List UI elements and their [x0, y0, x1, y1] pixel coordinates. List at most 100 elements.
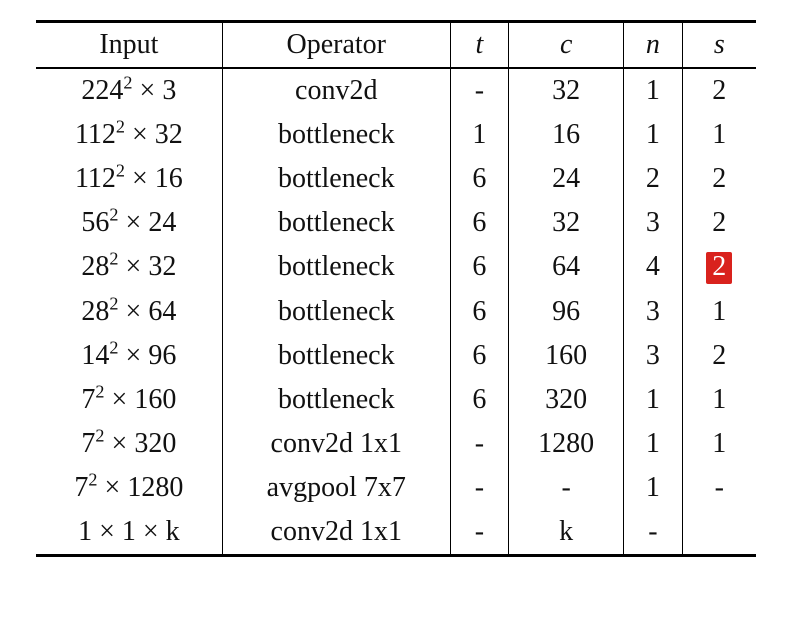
table-row: 72 × 320conv2d 1x1-128011: [36, 422, 756, 466]
cell-n: 1: [624, 113, 682, 157]
col-t: t: [450, 22, 508, 69]
cell-s: 1: [682, 113, 756, 157]
input-base: 7: [74, 472, 88, 503]
input-base: 112: [75, 119, 116, 150]
cell-t: -: [450, 510, 508, 556]
architecture-table: Input Operator t c n s 2242 × 3conv2d-32…: [36, 20, 756, 557]
cell-operator: conv2d 1x1: [222, 422, 450, 466]
input-base: 28: [81, 296, 109, 327]
cell-s: 2: [682, 68, 756, 113]
col-input: Input: [36, 22, 222, 69]
times-symbol: ×: [125, 163, 155, 194]
cell-t: -: [450, 68, 508, 113]
cell-n: 3: [624, 290, 682, 334]
input-exponent: 2: [123, 73, 132, 93]
cell-c: 1280: [509, 422, 624, 466]
cell-c: 24: [509, 157, 624, 201]
cell-n: 1: [624, 422, 682, 466]
col-c: c: [509, 22, 624, 69]
cell-c: 96: [509, 290, 624, 334]
input-channels: 160: [134, 384, 176, 415]
input-exponent: 2: [116, 161, 125, 181]
input-channels: 16: [155, 163, 183, 194]
input-channels: 64: [148, 296, 176, 327]
times-symbol: ×: [119, 207, 149, 238]
input-base: 7: [81, 384, 95, 415]
input-exponent: 2: [109, 205, 118, 225]
times-symbol: ×: [105, 384, 135, 415]
col-n: n: [624, 22, 682, 69]
cell-t: -: [450, 422, 508, 466]
cell-operator: conv2d: [222, 68, 450, 113]
times-symbol: ×: [105, 428, 135, 459]
input-exponent: 2: [109, 249, 118, 269]
cell-input: 1122 × 32: [36, 113, 222, 157]
table-row: 72 × 1280avgpool 7x7--1-: [36, 466, 756, 510]
cell-operator: avgpool 7x7: [222, 466, 450, 510]
cell-n: 4: [624, 245, 682, 290]
table-row: 2242 × 3conv2d-3212: [36, 68, 756, 113]
cell-input: 72 × 1280: [36, 466, 222, 510]
cell-c: k: [509, 510, 624, 556]
cell-input: 1 × 1 × k: [36, 510, 222, 556]
input-exponent: 2: [88, 469, 97, 489]
input-exponent: 2: [109, 293, 118, 313]
cell-s: -: [682, 466, 756, 510]
input-exponent: 2: [109, 337, 118, 357]
input-text: 1 × 1 × k: [78, 516, 180, 547]
cell-input: 2242 × 3: [36, 68, 222, 113]
cell-s: 2: [682, 201, 756, 245]
cell-c: 32: [509, 201, 624, 245]
cell-s: 2: [682, 157, 756, 201]
input-channels: 3: [162, 75, 176, 106]
cell-input: 282 × 32: [36, 245, 222, 290]
cell-operator: bottleneck: [222, 290, 450, 334]
cell-s: [682, 510, 756, 556]
cell-operator: bottleneck: [222, 201, 450, 245]
cell-s: 1: [682, 290, 756, 334]
cell-t: 6: [450, 334, 508, 378]
highlighted-value: 2: [706, 252, 732, 284]
input-base: 28: [81, 251, 109, 282]
table-row: 282 × 64 bottleneck69631: [36, 290, 756, 334]
table-row: 72 × 160bottleneck632011: [36, 378, 756, 422]
header-row: Input Operator t c n s: [36, 22, 756, 69]
input-base: 112: [75, 163, 116, 194]
cell-t: 6: [450, 157, 508, 201]
cell-t: 6: [450, 201, 508, 245]
cell-n: 3: [624, 334, 682, 378]
cell-t: 6: [450, 290, 508, 334]
input-base: 7: [81, 428, 95, 459]
cell-c: 16: [509, 113, 624, 157]
cell-n: 1: [624, 466, 682, 510]
cell-c: 160: [509, 334, 624, 378]
times-symbol: ×: [119, 296, 149, 327]
times-symbol: ×: [125, 119, 155, 150]
input-channels: 96: [148, 340, 176, 371]
cell-operator: conv2d 1x1: [222, 510, 450, 556]
cell-operator: bottleneck: [222, 334, 450, 378]
cell-t: 6: [450, 378, 508, 422]
input-base: 14: [81, 340, 109, 371]
cell-t: 6: [450, 245, 508, 290]
col-s: s: [682, 22, 756, 69]
table-row: 142 × 96bottleneck616032: [36, 334, 756, 378]
cell-s: 2: [682, 334, 756, 378]
cell-input: 72 × 160: [36, 378, 222, 422]
input-channels: 1280: [127, 472, 183, 503]
input-channels: 24: [148, 207, 176, 238]
input-channels: 320: [134, 428, 176, 459]
input-exponent: 2: [95, 381, 104, 401]
cell-c: 64: [509, 245, 624, 290]
cell-n: 3: [624, 201, 682, 245]
cell-n: 1: [624, 68, 682, 113]
times-symbol: ×: [133, 75, 163, 106]
cell-c: 320: [509, 378, 624, 422]
cell-s: 2: [682, 245, 756, 290]
input-exponent: 2: [116, 117, 125, 137]
times-symbol: ×: [98, 472, 128, 503]
table-row: 1122 × 16bottleneck62422: [36, 157, 756, 201]
table-row: 562 × 24bottleneck63232: [36, 201, 756, 245]
input-base: 56: [81, 207, 109, 238]
cell-s: 1: [682, 378, 756, 422]
